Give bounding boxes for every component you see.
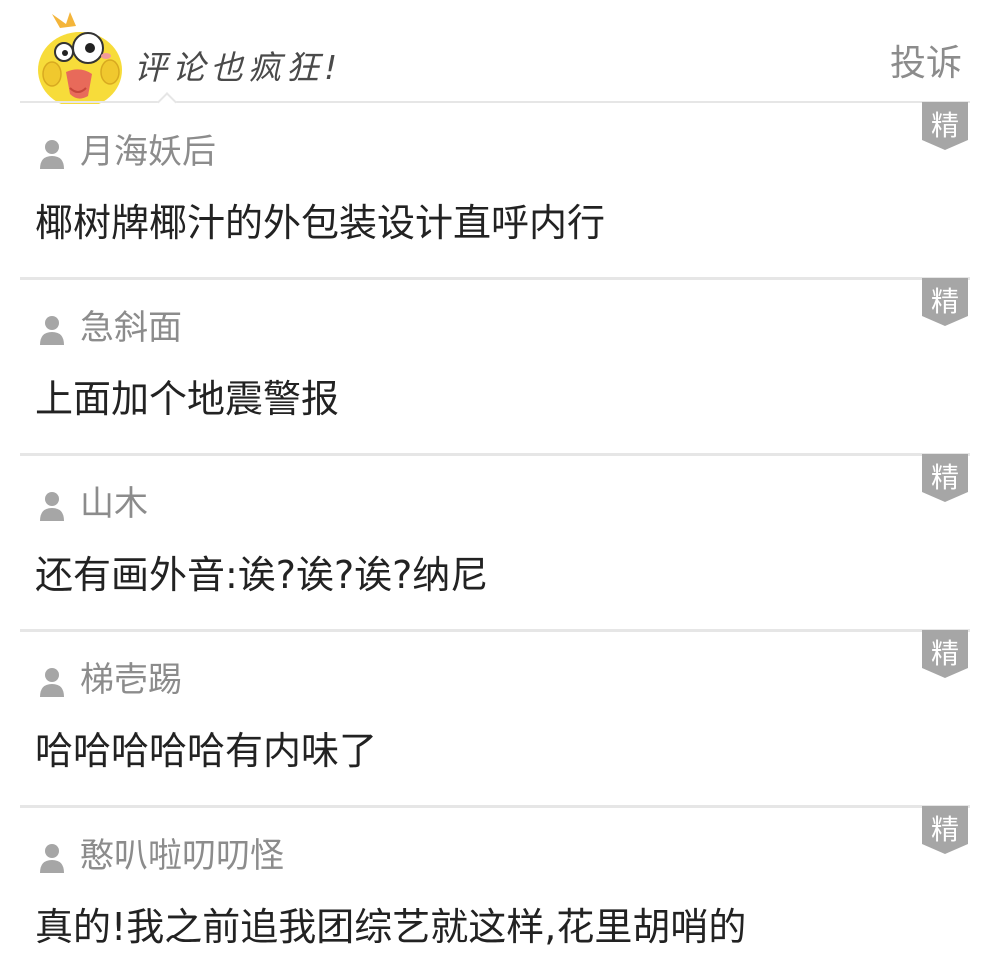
- header-title: 评论也疯狂!: [134, 48, 343, 87]
- badge-label: 精: [931, 285, 959, 318]
- comment-item: 急斜面 上面加个地震警报 精: [20, 278, 970, 456]
- badge-label: 精: [931, 461, 959, 494]
- user-icon: [40, 492, 64, 521]
- user-icon: [40, 668, 64, 697]
- comment-username[interactable]: 山木: [80, 480, 148, 528]
- badge-label: 精: [931, 109, 959, 142]
- complain-link[interactable]: 投诉: [890, 40, 962, 88]
- badge-label: 精: [931, 813, 959, 846]
- comment-username[interactable]: 憨叭啦叨叨怪: [80, 832, 284, 880]
- comment-item: 憨叭啦叨叨怪 真的!我之前追我团综艺就这样,花里胡哨的 精: [20, 806, 970, 954]
- comment-username[interactable]: 月海妖后: [80, 128, 216, 176]
- comment-item: 梯壱踢 哈哈哈哈哈有内味了 精: [20, 630, 970, 808]
- comment-item: 山木 还有画外音:诶?诶?诶?纳尼 精: [20, 454, 970, 632]
- user-icon: [40, 844, 64, 873]
- user-icon: [40, 140, 64, 169]
- featured-badge-icon: 精: [922, 278, 968, 326]
- comment-text: 真的!我之前追我团综艺就这样,花里胡哨的: [35, 905, 747, 949]
- comment-item: 月海妖后 椰树牌椰汁的外包装设计直呼内行 精: [20, 102, 970, 280]
- featured-badge-icon: 精: [922, 102, 968, 150]
- comment-text: 还有画外音:诶?诶?诶?纳尼: [35, 553, 489, 597]
- comment-username[interactable]: 梯壱踢: [80, 656, 182, 704]
- featured-badge-icon: 精: [922, 454, 968, 502]
- featured-badge-icon: 精: [922, 806, 968, 854]
- comment-text: 上面加个地震警报: [35, 377, 340, 421]
- featured-badge-icon: 精: [922, 630, 968, 678]
- user-icon: [40, 316, 64, 345]
- comment-username[interactable]: 急斜面: [80, 304, 182, 352]
- comment-text: 椰树牌椰汁的外包装设计直呼内行: [35, 201, 606, 245]
- mascot-chick-icon: [38, 12, 122, 104]
- comment-header: 评论也疯狂! 投诉: [0, 0, 990, 112]
- comment-text: 哈哈哈哈哈有内味了: [35, 729, 378, 773]
- badge-label: 精: [931, 637, 959, 670]
